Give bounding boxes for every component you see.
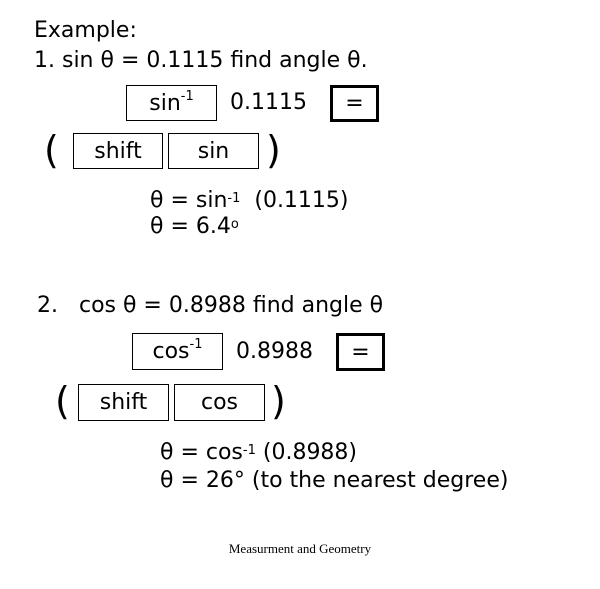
open-paren-2: (: [55, 379, 70, 423]
cos-key: cos: [174, 384, 265, 421]
cos-inverse-label: cos-1: [152, 337, 203, 364]
sin-key: sin: [168, 133, 259, 169]
sin-inverse-key: sin-1: [126, 85, 217, 121]
shift-key-1: shift: [73, 133, 163, 169]
close-paren-1: ): [266, 128, 281, 172]
shift-key-2: shift: [78, 384, 169, 421]
example2-problem: 2. cos θ = 0.8988 find angle θ: [37, 293, 384, 318]
footer-caption: Measurment and Geometry: [228, 541, 372, 556]
example1-step2: θ = 6.4o: [150, 214, 239, 239]
input-value-2: 0.8988: [236, 339, 313, 364]
close-paren-2: ): [271, 379, 286, 423]
equals-key-2: =: [336, 333, 385, 371]
heading: Example:: [34, 18, 137, 43]
input-value-1: 0.1115: [230, 90, 307, 115]
example1-step1: θ = sin-1 (0.1115): [150, 188, 349, 213]
cos-inverse-key: cos-1: [132, 333, 223, 370]
example1-problem: 1. sin θ = 0.1115 find angle θ.: [34, 48, 368, 73]
example2-step1: θ = cos-1 (0.8988): [160, 440, 358, 465]
equals-key-1: =: [330, 85, 379, 122]
example2-step2: θ = 26° (to the nearest degree): [160, 468, 509, 493]
sin-inverse-label: sin-1: [149, 88, 194, 116]
open-paren-1: (: [44, 128, 59, 172]
